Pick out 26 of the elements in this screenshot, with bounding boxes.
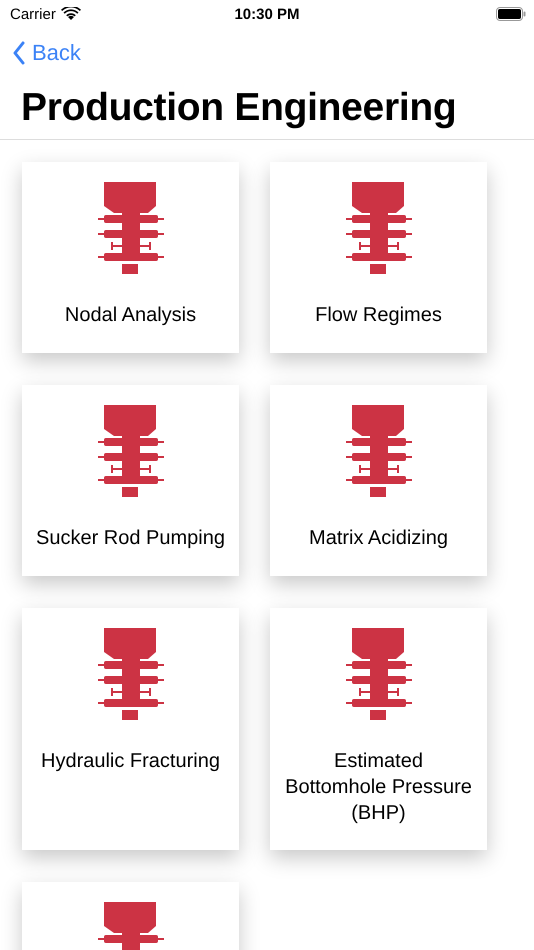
page-title: Production Engineering	[0, 78, 534, 140]
wellhead-icon	[346, 405, 412, 497]
wifi-icon	[60, 7, 81, 21]
chevron-left-icon	[12, 41, 26, 65]
back-label: Back	[32, 40, 81, 66]
topic-tile[interactable]: Hydraulic Fracturing	[22, 608, 239, 850]
tile-label: Matrix Acidizing	[309, 526, 448, 551]
tile-label: Estimated Bottomhole Pressure (BHP)	[284, 749, 473, 826]
clock-time: 10:30 PM	[234, 6, 300, 22]
topic-tile[interactable]: Nodal Analysis	[22, 162, 239, 353]
wellhead-icon	[98, 405, 164, 497]
tile-label: Nodal Analysis	[64, 303, 196, 328]
wellhead-icon	[346, 182, 412, 274]
tile-label: Hydraulic Fracturing	[41, 749, 220, 774]
wellhead-icon	[346, 628, 412, 720]
back-button[interactable]: Back	[12, 40, 81, 66]
topic-tile[interactable]: Sucker Rod Pumping	[22, 385, 239, 576]
tile-label: Flow Regimes	[315, 303, 442, 328]
wellhead-icon	[98, 628, 164, 720]
wellhead-icon	[98, 182, 164, 274]
tile-label: Sucker Rod Pumping	[36, 526, 225, 551]
carrier-label: Carrier	[10, 6, 56, 22]
battery-icon	[496, 7, 526, 21]
topic-tile[interactable]: Estimated Bottomhole Pressure (BHP)	[270, 608, 487, 850]
topic-tile[interactable]: Flow Regimes	[270, 162, 487, 353]
topic-tile[interactable]: Matrix Acidizing	[270, 385, 487, 576]
